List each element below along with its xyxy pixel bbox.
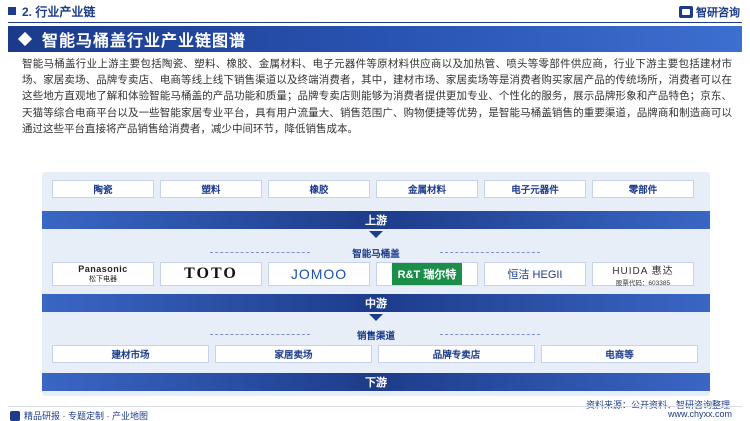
- brand-rt-name: R&T 瑞尔特: [391, 263, 463, 285]
- down-label-line-right: [440, 334, 540, 335]
- arrow-down-icon: [369, 231, 383, 238]
- diamond-icon: [17, 31, 33, 47]
- brand-jomoo-name: JOMOO: [290, 266, 348, 282]
- logo-text: 智研咨询: [696, 7, 740, 19]
- brand-huida-sub: 股票代码：603385: [615, 279, 671, 287]
- midstream-label: 智能马桶盖: [352, 249, 400, 260]
- brand-jomoo: JOMOO: [268, 262, 370, 286]
- upstream-item-plastic: 塑料: [160, 180, 262, 198]
- midstream-band: 中游: [42, 294, 710, 312]
- downstream-label: 销售渠道: [356, 331, 395, 342]
- downstream-items: 建材市场 家居卖场 品牌专卖店 电商等: [52, 345, 698, 363]
- upstream-item-electronics: 电子元器件: [484, 180, 586, 198]
- footer-url[interactable]: www.chyxx.com: [668, 409, 732, 419]
- header-divider: [8, 22, 742, 23]
- brand-hegii: 恒洁 HEGII: [484, 262, 586, 286]
- footer-divider: [8, 406, 742, 407]
- down-label-line-left: [210, 334, 310, 335]
- downstream-item-ecommerce: 电商等: [541, 345, 698, 363]
- logo-icon: [679, 6, 693, 18]
- downstream-item-brand-store: 品牌专卖店: [378, 345, 535, 363]
- brand-toto: TOTO: [160, 262, 262, 286]
- downstream-band: 下游: [42, 373, 710, 391]
- upstream-items: 陶瓷 塑料 橡胶 金属材料 电子元器件 零部件: [52, 180, 694, 198]
- page-title: 智能马桶盖行业产业链图谱: [42, 33, 247, 50]
- downstream-item-building-market: 建材市场: [52, 345, 209, 363]
- brand-huida: HUIDA 惠达 股票代码：603385: [592, 262, 694, 287]
- intro-paragraph: 智能马桶盖行业上游主要包括陶瓷、塑料、橡胶、金属材料、电子元器件等原材料供应商以…: [22, 58, 732, 135]
- upstream-item-metal: 金属材料: [376, 180, 478, 198]
- section-marker-icon: [8, 7, 16, 15]
- footer-logo-icon: [10, 410, 20, 421]
- brand-toto-name: TOTO: [184, 265, 238, 282]
- footer-tagline: 精品研报 · 专题定制 · 产业地图: [24, 411, 148, 421]
- top-bar: 2. 行业产业链 智研咨询: [0, 0, 750, 22]
- downstream-item-home-mall: 家居卖场: [215, 345, 372, 363]
- brand-panasonic-sub: 松下电器: [89, 276, 117, 283]
- brand-logo: 智研咨询: [679, 4, 740, 20]
- upstream-item-ceramic: 陶瓷: [52, 180, 154, 198]
- brand-panasonic: Panasonic 松下电器: [52, 262, 154, 286]
- midstream-brands: Panasonic 松下电器 TOTO JOMOO R&T 瑞尔特 恒洁 HEG…: [52, 262, 694, 287]
- title-bar: 智能马桶盖行业产业链图谱: [8, 26, 742, 52]
- brand-rt: R&T 瑞尔特: [376, 262, 478, 286]
- upstream-item-rubber: 橡胶: [268, 180, 370, 198]
- footer-left: 精品研报 · 专题定制 · 产业地图: [10, 409, 148, 421]
- section-title: 2. 行业产业链: [22, 4, 96, 19]
- brand-huida-name: HUIDA 惠达: [612, 265, 674, 277]
- upstream-band: 上游: [42, 211, 710, 229]
- upstream-item-parts: 零部件: [592, 180, 694, 198]
- brand-panasonic-name: Panasonic: [78, 264, 128, 274]
- mid-label-line-left: [210, 252, 310, 253]
- brand-hegii-name: 恒洁 HEGII: [507, 269, 563, 281]
- mid-label-line-right: [440, 252, 540, 253]
- arrow-down-icon-2: [369, 314, 383, 321]
